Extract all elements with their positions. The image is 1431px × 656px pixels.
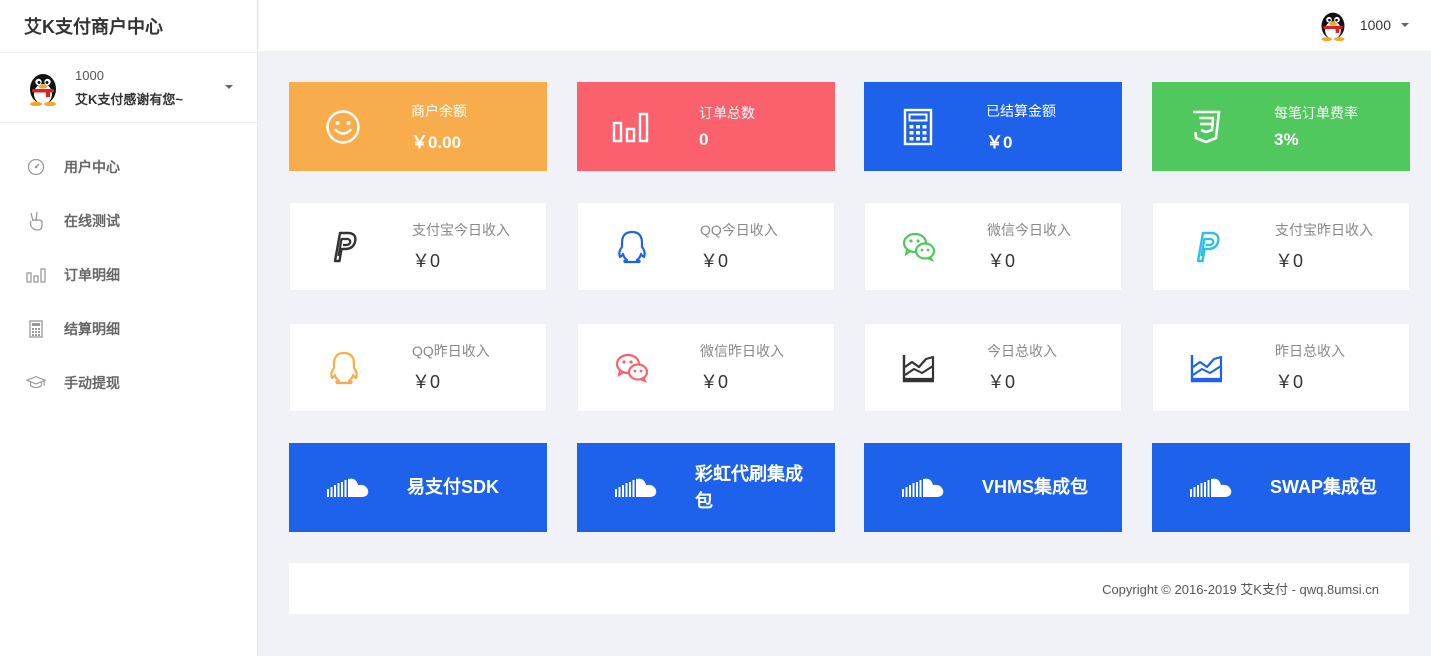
css3-icon [1152, 82, 1260, 171]
sdk-label: VHMS集成包 [982, 477, 1089, 497]
income-label: 支付宝今日收入 [412, 222, 510, 238]
income-label: 微信今日收入 [987, 222, 1071, 238]
bar-chart-icon [26, 265, 46, 285]
sidebar-nav: 用户中心 在线测试 订单明细 结算明细 手动提现 [0, 123, 257, 410]
income-value: ￥0 [1275, 251, 1304, 271]
sdk-label: 易支付SDK [407, 477, 500, 497]
sdk-card-vhms[interactable]: VHMS集成包 [864, 443, 1122, 532]
income-value: ￥0 [700, 372, 729, 392]
sidebar-user-greeting: 艾K支付感谢有您~ [75, 91, 183, 107]
calculator-icon [864, 82, 972, 171]
stat-value: 0 [699, 130, 709, 149]
area-chart-icon [1153, 324, 1261, 411]
stat-card-fee-rate: 每笔订单费率 3% [1152, 82, 1410, 171]
paypal-icon [290, 203, 398, 290]
sdk-label: SWAP集成包 [1270, 477, 1378, 497]
sidebar-item-label: 结算明细 [64, 321, 120, 337]
sidebar-item-label: 手动提现 [64, 375, 120, 391]
sidebar: 艾K支付商户中心 1000 艾K支付感谢有您~ 用户中心 在线测试 订单明细 结… [0, 0, 258, 656]
hand-peace-icon [26, 211, 46, 231]
qq-avatar-icon [1321, 12, 1345, 41]
income-label: 今日总收入 [987, 343, 1057, 359]
stat-label: 每笔订单费率 [1274, 105, 1358, 121]
stat-card-order-count: 订单总数 0 [577, 82, 835, 171]
income-value: ￥0 [987, 251, 1016, 271]
sidebar-item-orders[interactable]: 订单明细 [0, 248, 257, 302]
cloud-icon [577, 443, 695, 532]
graduation-cap-icon [26, 373, 46, 393]
topbar-username: 1000 [1359, 17, 1391, 33]
stat-card-balance: 商户余额 ￥0.00 [289, 82, 547, 171]
income-label: QQ今日收入 [700, 222, 778, 238]
chevron-down-icon [225, 85, 233, 89]
sdk-card-rainbow[interactable]: 彩虹代刷集成包 [577, 443, 835, 532]
stat-label: 商户余额 [411, 102, 467, 119]
dashboard-icon [26, 157, 46, 177]
sidebar-item-user-center[interactable]: 用户中心 [0, 140, 257, 194]
sidebar-item-label: 在线测试 [64, 213, 120, 229]
stat-label: 订单总数 [699, 105, 755, 121]
wechat-icon [865, 203, 973, 290]
wechat-icon [578, 324, 686, 411]
cloud-icon [289, 443, 407, 532]
sidebar-user-id: 1000 [75, 67, 104, 83]
stat-card-settled: 已结算金额 ￥0 [864, 82, 1122, 171]
sidebar-item-online-test[interactable]: 在线测试 [0, 194, 257, 248]
stat-label: 已结算金额 [986, 102, 1056, 119]
income-card-wechat-yesterday: 微信昨日收入 ￥0 [577, 323, 835, 412]
income-card-qq-yesterday: QQ昨日收入 ￥0 [289, 323, 547, 412]
sidebar-item-label: 订单明细 [64, 267, 120, 283]
cloud-icon [1152, 443, 1270, 532]
income-label: QQ昨日收入 [412, 343, 490, 359]
income-card-qq-today: QQ今日收入 ￥0 [577, 202, 835, 291]
footer: Copyright © 2016-2019 艾K支付 - qwq.8umsi.c… [289, 563, 1409, 614]
topbar: 1000 [259, 0, 1431, 52]
bar-chart-icon [577, 82, 685, 171]
qq-icon [290, 324, 398, 411]
sdk-card-epay[interactable]: 易支付SDK [289, 443, 547, 532]
income-value: ￥0 [412, 372, 441, 392]
calculator-icon [26, 319, 46, 339]
income-label: 昨日总收入 [1275, 343, 1345, 359]
smile-icon [289, 82, 397, 171]
area-chart-icon [865, 324, 973, 411]
income-value: ￥0 [412, 251, 441, 271]
stat-value: ￥0 [986, 132, 1013, 152]
sdk-card-swap[interactable]: SWAP集成包 [1152, 443, 1410, 532]
income-card-wechat-today: 微信今日收入 ￥0 [864, 202, 1122, 291]
qq-icon [578, 203, 686, 290]
income-value: ￥0 [987, 372, 1016, 392]
income-label: 支付宝昨日收入 [1275, 222, 1373, 238]
income-card-alipay-today: 支付宝今日收入 ￥0 [289, 202, 547, 291]
qq-avatar-icon [30, 73, 56, 106]
stat-value: ￥0.00 [411, 132, 462, 152]
income-card-alipay-yesterday: 支付宝昨日收入 ￥0 [1152, 202, 1410, 291]
brand-title: 艾K支付商户中心 [0, 0, 257, 53]
sidebar-user-menu[interactable]: 1000 艾K支付感谢有您~ [0, 53, 257, 123]
income-card-total-yesterday: 昨日总收入 ￥0 [1152, 323, 1410, 412]
income-card-total-today: 今日总收入 ￥0 [864, 323, 1122, 412]
income-value: ￥0 [700, 251, 729, 271]
chevron-down-icon [1401, 23, 1409, 27]
stat-value: 3% [1274, 130, 1299, 149]
sidebar-item-label: 用户中心 [64, 159, 120, 175]
copyright-text: Copyright © 2016-2019 艾K支付 - qwq.8umsi.c… [1102, 582, 1379, 597]
paypal-icon [1153, 203, 1261, 290]
income-label: 微信昨日收入 [700, 343, 784, 359]
cloud-icon [864, 443, 982, 532]
income-value: ￥0 [1275, 372, 1304, 392]
sidebar-item-settlement[interactable]: 结算明细 [0, 302, 257, 356]
topbar-user-menu[interactable]: 1000 [1318, 9, 1409, 41]
sidebar-item-withdraw[interactable]: 手动提现 [0, 356, 257, 410]
sdk-label: 彩虹代刷集成包 [695, 463, 803, 511]
